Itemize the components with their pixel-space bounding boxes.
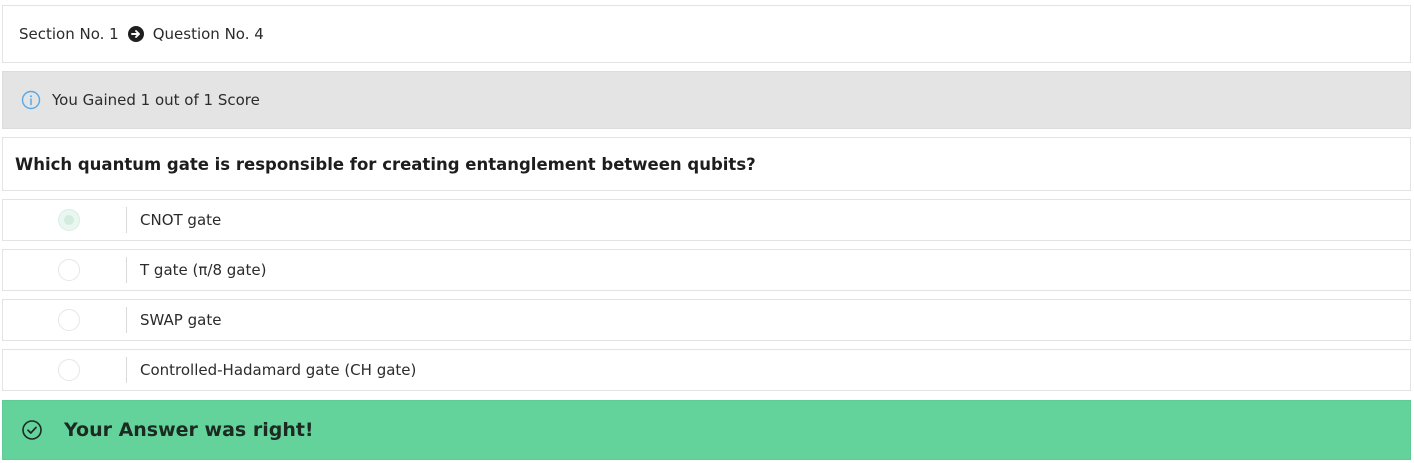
breadcrumb-question: Question No. 4: [152, 25, 264, 43]
option-label: CNOT gate: [140, 211, 222, 229]
score-text: You Gained 1 out of 1 Score: [52, 91, 260, 109]
breadcrumb-section: Section No. 1: [19, 25, 119, 43]
radio-cell: [3, 207, 127, 233]
option-radio[interactable]: [58, 309, 80, 331]
option-label: T gate (π/8 gate): [140, 261, 267, 279]
question-text: Which quantum gate is responsible for cr…: [2, 137, 1411, 191]
result-banner: Your Answer was right!: [2, 400, 1411, 460]
answer-option[interactable]: CNOT gate: [2, 199, 1411, 241]
option-radio[interactable]: [58, 359, 80, 381]
score-banner: You Gained 1 out of 1 Score: [2, 71, 1411, 129]
answer-option[interactable]: SWAP gate: [2, 299, 1411, 341]
radio-cell: [3, 257, 127, 283]
arrow-circle-right-icon: [127, 26, 144, 42]
check-circle-icon: [21, 419, 43, 441]
option-radio[interactable]: [58, 209, 80, 231]
result-text: Your Answer was right!: [64, 419, 314, 441]
radio-cell: [3, 307, 127, 333]
answer-option[interactable]: Controlled-Hadamard gate (CH gate): [2, 349, 1411, 391]
option-label: SWAP gate: [140, 311, 222, 329]
breadcrumb: Section No. 1 Question No. 4: [2, 5, 1411, 63]
option-label: Controlled-Hadamard gate (CH gate): [140, 361, 417, 379]
info-circle-icon: [21, 90, 41, 110]
radio-cell: [3, 357, 127, 383]
answer-option[interactable]: T gate (π/8 gate): [2, 249, 1411, 291]
option-radio[interactable]: [58, 259, 80, 281]
